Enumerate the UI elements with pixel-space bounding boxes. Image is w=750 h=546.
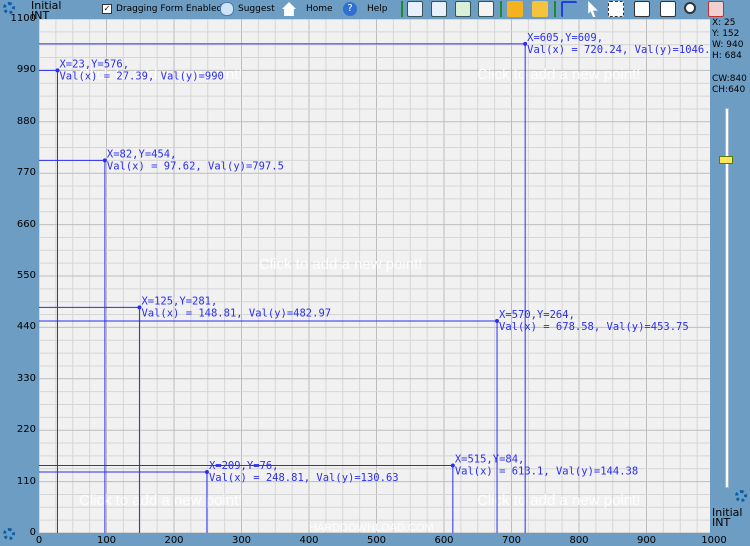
nodes-tool-icon[interactable] — [455, 1, 471, 17]
zoom-slider-thumb[interactable] — [719, 156, 733, 164]
y-tick-label: 0 — [29, 527, 36, 538]
app-window: Initial INT ✓ Dragging Form Enabled Sugg… — [0, 0, 750, 546]
info-cw: CW:840 — [712, 74, 747, 84]
point-label-values: Val(x) = 720.24, Val(y)=1046.72 — [527, 44, 710, 56]
grid-select-icon[interactable] — [608, 1, 624, 17]
help-label: Help — [367, 4, 388, 14]
point-label-values: Val(x) = 678.58, Val(y)=453.75 — [499, 321, 689, 333]
watermark-text: Click to add a new point! — [477, 66, 640, 83]
y-tick-label: 990 — [16, 64, 36, 76]
brush-icon[interactable] — [532, 1, 548, 17]
y-tick-label: 110 — [16, 475, 36, 487]
toolbar-separator — [554, 1, 556, 17]
zoom-slider-track[interactable] — [725, 108, 729, 488]
y-tick-label: 440 — [16, 321, 36, 333]
y-tick-label: 220 — [16, 424, 36, 436]
x-tick-label: 800 — [569, 535, 589, 546]
x-tick-label: 100 — [96, 535, 117, 546]
x-tick-label: 600 — [434, 535, 454, 546]
footer-watermark: HARDDOWNLOAD.COM — [309, 522, 434, 533]
point-label-coords: X=23,Y=576, — [59, 58, 129, 70]
point-label-coords: X=125,Y=281, — [141, 295, 217, 307]
info-ch: CH:640 — [712, 85, 746, 95]
point-label-values: Val(x) = 148.81, Val(y)=482.97 — [141, 307, 331, 319]
preview-icon[interactable] — [634, 1, 650, 17]
x-tick-label: 900 — [636, 535, 657, 546]
settings-gear-icon-bottom[interactable] — [735, 490, 747, 502]
point-label-values: Val(x) = 27.39, Val(y)=990 — [59, 70, 223, 82]
y-tick-label: 1100 — [10, 13, 36, 24]
grid-toggle-icon[interactable] — [660, 1, 676, 17]
watermark-text: Click to add a new point! — [79, 492, 242, 509]
corner-label-bottom: Initial INT — [712, 507, 742, 529]
info-h: H: 684 — [712, 51, 742, 61]
paint-bucket-icon[interactable] — [507, 1, 523, 17]
x-tick-label: 700 — [501, 535, 522, 546]
home-label: Home — [306, 4, 333, 14]
camera-tool-icon[interactable] — [478, 1, 494, 17]
point-label-coords: X=82,Y=454, — [107, 148, 177, 160]
suggest-label: Suggest — [238, 4, 275, 14]
info-y: Y: 152 — [712, 29, 740, 39]
suggest-button[interactable]: Suggest — [220, 0, 275, 18]
toolbar-separator — [500, 1, 502, 17]
canvas-size-panel: CW:840 CH:640 — [712, 74, 747, 96]
toolbar-separator — [401, 1, 403, 17]
corner-bottom-line2: INT — [712, 516, 731, 529]
crop-tool-icon[interactable] — [561, 1, 577, 17]
y-tick-label: 770 — [16, 167, 36, 179]
x-tick-label: 1000 — [701, 535, 727, 546]
x-tick-label: 400 — [299, 535, 319, 546]
toolbar: Initial INT ✓ Dragging Form Enabled Sugg… — [0, 0, 750, 21]
y-tick-label: 880 — [16, 115, 36, 127]
point-label-values: Val(x) = 613.1, Val(y)=144.38 — [455, 466, 638, 478]
info-x: X: 25 — [712, 18, 736, 28]
x-tick-label: 0 — [35, 535, 43, 546]
pointer-icon[interactable] — [588, 1, 598, 17]
crosshair-icon[interactable] — [708, 1, 724, 17]
info-panel: X: 25 Y: 152 W: 940 H: 684 — [712, 18, 743, 62]
help-icon: ? — [343, 2, 357, 16]
point-label-coords: X=515,Y=84, — [455, 454, 525, 466]
y-tick-label: 660 — [16, 218, 36, 230]
point-label-values: Val(x) = 97.62, Val(y)=797.5 — [107, 160, 284, 172]
home-button[interactable]: Home — [282, 0, 333, 18]
x-tick-label: 300 — [231, 535, 252, 546]
point-label-coords: X=605,Y=609, — [527, 32, 603, 44]
dragging-toggle[interactable]: ✓ Dragging Form Enabled — [102, 0, 222, 18]
point-label-coords: X=570,Y=264, — [499, 309, 575, 321]
speech-bubble-icon — [220, 2, 234, 16]
watermark-text: Click to add a new point! — [477, 492, 640, 509]
help-button[interactable]: ? Help — [343, 0, 388, 18]
y-tick-label: 550 — [16, 270, 36, 281]
info-w: W: 940 — [712, 40, 744, 50]
line-chart-tool-icon[interactable] — [407, 1, 423, 17]
x-tick-label: 200 — [164, 535, 184, 546]
x-tick-label: 500 — [366, 535, 387, 546]
dragging-checkbox[interactable]: ✓ — [102, 4, 112, 14]
plot-area[interactable]: Click to add a new point! Click to add a … — [39, 19, 710, 533]
watermark-text: Click to add a new point! — [259, 256, 422, 273]
dragging-label: Dragging Form Enabled — [116, 4, 223, 14]
home-icon — [282, 2, 296, 16]
point-label-coords: X=209,Y=76, — [209, 460, 279, 472]
y-tick-label: 330 — [16, 372, 36, 384]
graph-tool-icon[interactable] — [431, 1, 447, 17]
chart-svg: Click to add a new point! Click to add a … — [39, 19, 710, 533]
zoom-icon[interactable] — [684, 2, 696, 14]
point-label-values: Val(x) = 248.81, Val(y)=130.63 — [209, 472, 399, 484]
